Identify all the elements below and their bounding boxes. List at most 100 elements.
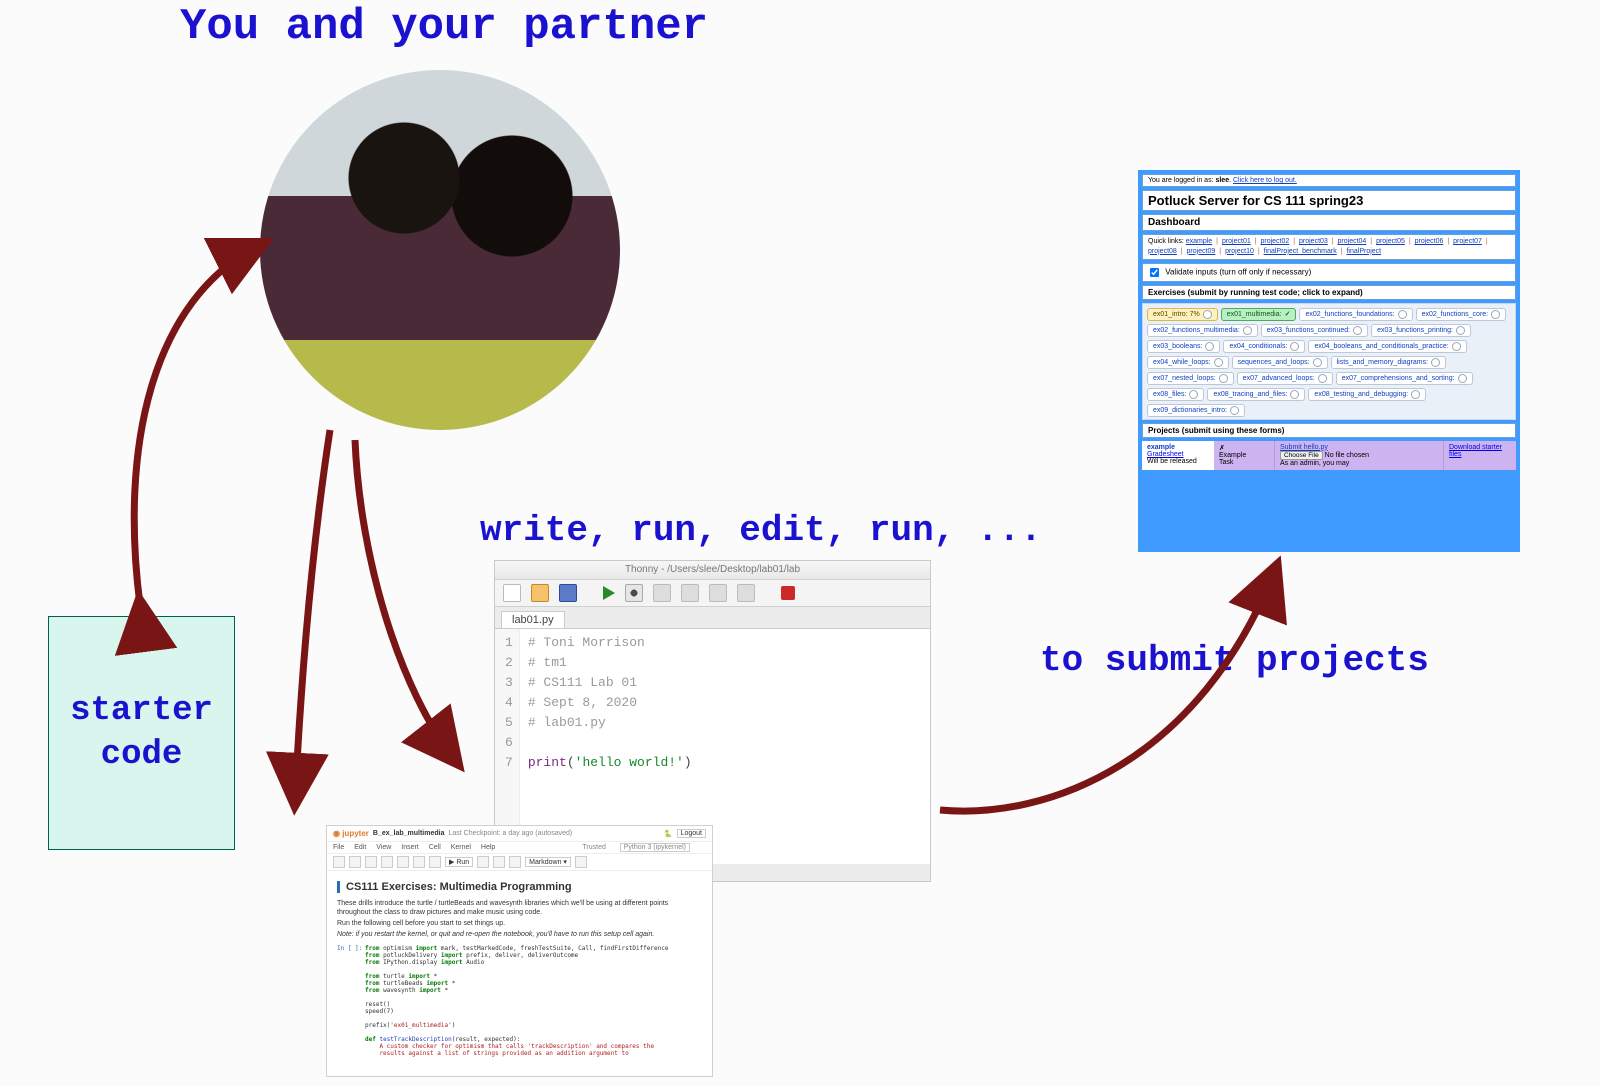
quick-link[interactable]: project06 [1415, 238, 1444, 245]
choose-file-button[interactable]: Choose File [1280, 451, 1323, 460]
quick-link[interactable]: project09 [1187, 248, 1216, 255]
step-over-icon[interactable] [653, 584, 671, 602]
intro-text-1: These drills introduce the turtle / turt… [337, 899, 702, 917]
jupyter-toolbar: ▶ Run Markdown ▾ [327, 854, 712, 871]
exercise-pill[interactable]: ex02_functions_multimedia: [1147, 324, 1258, 337]
exercise-pill[interactable]: ex01_multimedia: ✓ [1221, 308, 1297, 321]
command-palette-icon[interactable] [575, 856, 587, 868]
menu-cell[interactable]: Cell [429, 844, 441, 851]
exercise-pill[interactable]: ex02_functions_foundations: [1299, 308, 1412, 321]
new-file-icon[interactable] [503, 584, 521, 602]
exercise-pill[interactable]: ex07_nested_loops: [1147, 372, 1234, 385]
restart-run-icon[interactable] [509, 856, 521, 868]
exercise-pill[interactable]: ex07_advanced_loops: [1237, 372, 1333, 385]
notebook-name[interactable]: B_ex_lab_multimedia [373, 830, 445, 837]
stop-icon[interactable] [781, 586, 795, 600]
quick-links-label: Quick links: [1148, 238, 1186, 245]
exercise-pill[interactable]: ex09_dictionaries_intro: [1147, 404, 1245, 417]
starter-code-label: starter code [70, 689, 213, 777]
cut-icon[interactable] [365, 856, 377, 868]
open-file-icon[interactable] [531, 584, 549, 602]
menu-help[interactable]: Help [481, 844, 495, 851]
code-cell[interactable]: In [ ]: from optimism import mark, testM… [337, 945, 702, 1057]
step-out-icon[interactable] [709, 584, 727, 602]
download-starter-link[interactable]: Download starter files [1449, 444, 1502, 458]
menu-file[interactable]: File [333, 844, 344, 851]
cell-source[interactable]: from optimism import mark, testMarkedCod… [365, 945, 668, 1057]
quick-link[interactable]: finalProject_benchmark [1264, 248, 1337, 255]
quick-link[interactable]: project04 [1338, 238, 1367, 245]
down-icon[interactable] [429, 856, 441, 868]
logout-button[interactable]: Logout [677, 829, 706, 838]
validate-label: Validate inputs (turn off only if necess… [1165, 267, 1311, 276]
exercise-grid: ex01_intro: 7% ex01_multimedia: ✓ex02_fu… [1142, 303, 1516, 420]
quick-link[interactable]: project08 [1148, 248, 1177, 255]
task-col: ✗ Example Task [1214, 441, 1275, 470]
exercise-pill[interactable]: ex03_booleans: [1147, 340, 1220, 353]
save-icon[interactable] [333, 856, 345, 868]
login-user: slee [1215, 177, 1229, 184]
project-row: example Gradesheet Will be released ✗ Ex… [1142, 441, 1516, 470]
exercise-pill[interactable]: ex03_functions_printing: [1371, 324, 1471, 337]
resume-icon[interactable] [737, 584, 755, 602]
interrupt-icon[interactable] [477, 856, 489, 868]
quick-link[interactable]: project10 [1225, 248, 1254, 255]
quick-link[interactable]: project07 [1453, 238, 1482, 245]
quick-links-list: example | project01 | project02 | projec… [1148, 238, 1490, 255]
quick-link[interactable]: finalProject [1346, 248, 1381, 255]
login-bar: You are logged in as: slee. Click here t… [1142, 174, 1516, 187]
admin-note: As an admin, you may [1280, 460, 1349, 467]
editor-tab[interactable]: lab01.py [501, 611, 565, 628]
save-file-icon[interactable] [559, 584, 577, 602]
exercise-pill[interactable]: ex04_conditionals: [1223, 340, 1305, 353]
exercise-pill[interactable]: ex03_functions_continued: [1261, 324, 1368, 337]
copy-icon[interactable] [381, 856, 393, 868]
quick-link[interactable]: project05 [1376, 238, 1405, 245]
celltype-select[interactable]: Markdown ▾ [525, 857, 571, 867]
exercise-pill[interactable]: ex04_while_loops: [1147, 356, 1229, 369]
menu-view[interactable]: View [376, 844, 391, 851]
login-pre: You are logged in as: [1148, 177, 1215, 184]
up-icon[interactable] [413, 856, 425, 868]
exercise-pill[interactable]: sequences_and_loops: [1232, 356, 1328, 369]
exercise-pill[interactable]: lists_and_memory_diagrams: [1331, 356, 1446, 369]
exercise-pill[interactable]: ex08_tracing_and_files: [1207, 388, 1305, 401]
submit-link[interactable]: Submit hello.py [1280, 444, 1328, 451]
quick-link[interactable]: example [1186, 238, 1212, 245]
logout-link[interactable]: Click here to log out. [1233, 177, 1297, 184]
exercise-pill[interactable]: ex04_booleans_and_conditionals_practice: [1308, 340, 1466, 353]
menu-kernel[interactable]: Kernel [451, 844, 471, 851]
exercise-pill[interactable]: ex08_testing_and_debugging: [1308, 388, 1426, 401]
heading-partner: You and your partner [180, 2, 708, 52]
quick-link[interactable]: project02 [1260, 238, 1289, 245]
step-into-icon[interactable] [681, 584, 699, 602]
menu-insert[interactable]: Insert [401, 844, 419, 851]
exercise-pill[interactable]: ex08_files: [1147, 388, 1204, 401]
cell-prompt: In [ ]: [337, 945, 365, 1057]
quick-link[interactable]: project01 [1222, 238, 1251, 245]
exercise-pill[interactable]: ex07_comprehensions_and_sorting: [1336, 372, 1473, 385]
server-title: Potluck Server for CS 111 spring23 [1142, 190, 1516, 211]
exercise-pill[interactable]: ex02_functions_core: [1416, 308, 1507, 321]
projects-header: Projects (submit using these forms) [1142, 423, 1516, 438]
restart-icon[interactable] [493, 856, 505, 868]
jupyter-menubar: File Edit View Insert Cell Kernel Help T… [327, 842, 712, 854]
paste-icon[interactable] [397, 856, 409, 868]
quick-link[interactable]: project03 [1299, 238, 1328, 245]
validate-checkbox[interactable] [1150, 268, 1159, 277]
run-icon[interactable] [603, 586, 615, 600]
gradesheet-link[interactable]: Gradesheet [1147, 451, 1184, 458]
potluck-window: You are logged in as: slee. Click here t… [1138, 170, 1520, 552]
project-name[interactable]: example [1147, 444, 1175, 451]
run-button[interactable]: ▶ Run [445, 857, 473, 867]
jupyter-header: ◉ jupyter B_ex_lab_multimedia Last Check… [327, 826, 712, 842]
debug-icon[interactable] [625, 584, 643, 602]
intro-text-2: Run the following cell before you start … [337, 919, 702, 928]
kernel-label: Python 3 (ipykernel) [620, 843, 690, 852]
menu-edit[interactable]: Edit [354, 844, 366, 851]
exercise-pill[interactable]: ex01_intro: 7% [1147, 308, 1218, 321]
notebook-title: CS111 Exercises: Multimedia Programming [337, 881, 702, 893]
submit-col: Submit hello.py Choose File No file chos… [1275, 441, 1443, 470]
add-cell-icon[interactable] [349, 856, 361, 868]
checkpoint-label: Last Checkpoint: a day ago (autosaved) [448, 830, 572, 837]
